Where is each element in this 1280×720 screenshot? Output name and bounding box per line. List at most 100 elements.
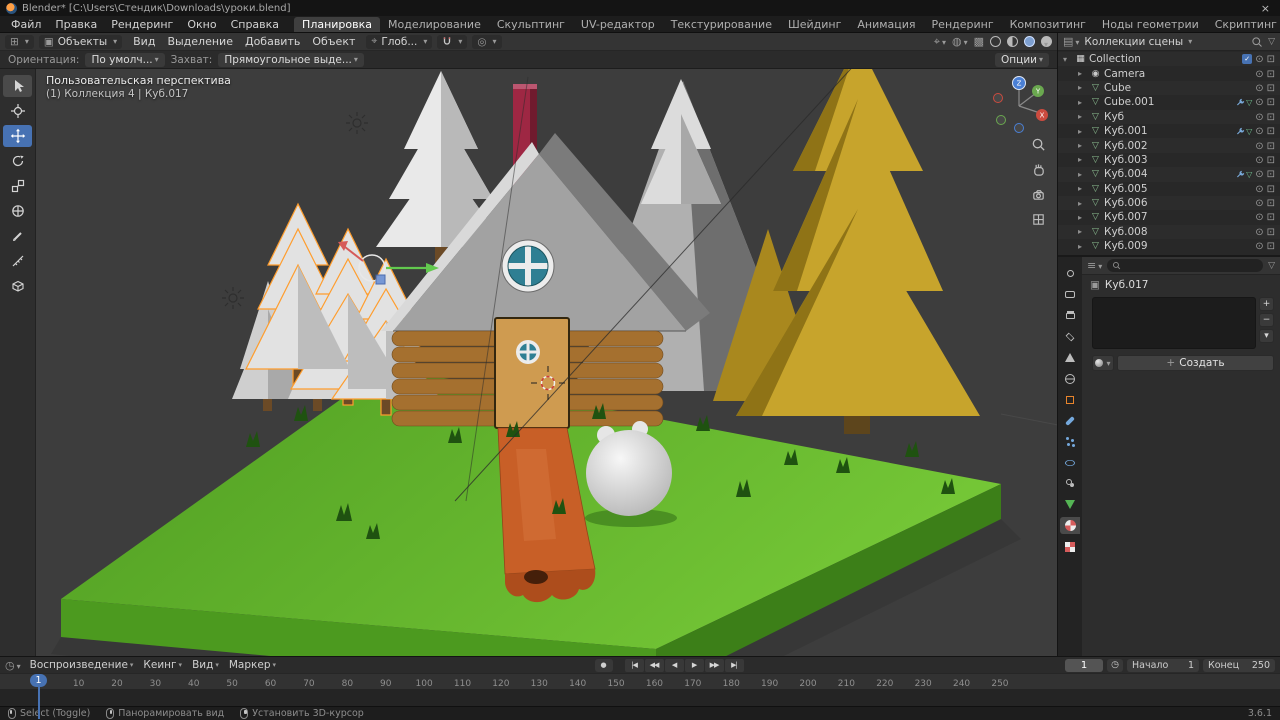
properties-tab-object-data[interactable] (1060, 496, 1080, 513)
workspace-tab[interactable]: UV-редактор (573, 17, 663, 32)
properties-tab-particles[interactable] (1060, 433, 1080, 450)
remove-slot-button[interactable]: − (1259, 313, 1274, 327)
zoom-icon[interactable] (1029, 135, 1047, 153)
current-frame-field[interactable]: 1 (1065, 658, 1103, 672)
disable-render-camera-icon[interactable] (1267, 211, 1275, 223)
outliner-item-label[interactable]: Куб.008 (1104, 226, 1252, 238)
outliner-row[interactable]: Cube (1058, 80, 1280, 96)
outliner-row[interactable]: Collection (1058, 52, 1280, 67)
properties-tab-object[interactable] (1060, 391, 1080, 408)
hide-viewport-eye-icon[interactable] (1255, 211, 1263, 223)
tool-rotate[interactable] (3, 150, 32, 172)
disclosure-icon[interactable] (1078, 112, 1087, 121)
outliner-item-label[interactable]: Куб.002 (1104, 140, 1252, 152)
camera-view-icon[interactable] (1029, 185, 1047, 203)
disable-render-camera-icon[interactable] (1267, 68, 1275, 80)
hide-viewport-eye-icon[interactable] (1255, 240, 1263, 252)
axis-y-neg-handle[interactable] (996, 115, 1006, 125)
use-preview-range-icon[interactable]: ◷ (1107, 658, 1123, 672)
properties-tab-world[interactable] (1060, 370, 1080, 387)
properties-editor-icon[interactable]: ≡ (1087, 259, 1102, 272)
hide-viewport-eye-icon[interactable] (1255, 53, 1263, 65)
material-slot-list[interactable] (1092, 297, 1256, 349)
disclosure-icon[interactable] (1078, 242, 1087, 251)
outliner-item-label[interactable]: Camera (1104, 68, 1252, 80)
transform-orientation-selector[interactable]: ⌖ Глоб... (366, 34, 433, 49)
properties-search-field[interactable] (1107, 259, 1264, 272)
workspace-tab[interactable]: Планировка (294, 16, 381, 32)
outliner-item-label[interactable]: Куб.003 (1104, 154, 1252, 166)
outliner-row[interactable]: Camera (1058, 66, 1280, 80)
timeline-track[interactable] (0, 689, 1280, 706)
outliner-row[interactable]: Куб.006 (1058, 195, 1280, 211)
hide-viewport-eye-icon[interactable] (1255, 140, 1263, 152)
disclosure-icon[interactable] (1078, 83, 1087, 92)
shading-rendered-icon[interactable] (1041, 36, 1052, 47)
tool-move[interactable] (3, 125, 32, 147)
timeline-menu-item[interactable]: Вид ▾ (187, 659, 224, 671)
outliner-row[interactable]: Куб.009 (1058, 239, 1280, 253)
outliner-item-label[interactable]: Куб.007 (1104, 211, 1252, 223)
viewport-canvas[interactable] (36, 69, 1057, 656)
viewport-menu-item[interactable]: Объект (306, 35, 361, 48)
tool-3d-cursor[interactable] (3, 100, 32, 122)
outliner-row[interactable]: Куб.004 (1058, 167, 1280, 182)
tool-scale[interactable] (3, 175, 32, 197)
properties-tab-constraints[interactable] (1060, 475, 1080, 492)
search-icon[interactable] (1251, 36, 1263, 48)
hide-viewport-eye-icon[interactable] (1255, 183, 1263, 195)
transport-button[interactable]: ▶ (684, 658, 704, 672)
disclosure-icon[interactable] (1078, 127, 1087, 136)
hide-viewport-eye-icon[interactable] (1255, 226, 1263, 238)
disclosure-icon[interactable] (1078, 227, 1087, 236)
disable-render-camera-icon[interactable] (1267, 96, 1275, 108)
hide-viewport-eye-icon[interactable] (1255, 168, 1263, 180)
outliner-item-label[interactable]: Куб.004 (1104, 168, 1233, 180)
show-gizmo-icon[interactable]: ⌖ (934, 35, 946, 49)
playhead-marker[interactable]: 1 (30, 674, 47, 687)
browse-material-button[interactable] (1092, 355, 1114, 371)
workspace-tab[interactable]: Анимация (849, 17, 923, 32)
outliner-row[interactable]: Куб.008 (1058, 224, 1280, 240)
3d-viewport[interactable]: Пользовательская перспектива (1) Коллекц… (36, 69, 1057, 656)
mode-selector[interactable]: ▣ Объекты (38, 34, 123, 49)
workspace-tab[interactable]: Ноды геометрии (1094, 17, 1207, 32)
hide-viewport-eye-icon[interactable] (1255, 154, 1263, 166)
viewport-menu-item[interactable]: Выделение (161, 35, 239, 48)
outliner-item-label[interactable]: Куб.006 (1104, 197, 1252, 209)
show-overlays-icon[interactable]: ◍ (952, 35, 968, 48)
menu-item[interactable]: Справка (224, 17, 286, 32)
slot-specials-menu[interactable]: ▾ (1259, 329, 1274, 343)
workspace-tab[interactable]: Композитинг (1002, 17, 1094, 32)
snapping-selector[interactable] (437, 34, 468, 49)
filter-icon[interactable]: ▽ (1268, 261, 1275, 271)
disable-render-camera-icon[interactable] (1267, 168, 1275, 180)
timeline-editor-icon[interactable]: ◷ (5, 659, 21, 672)
timeline-menu-item[interactable]: Маркер ▾ (224, 659, 281, 671)
properties-tab-render[interactable] (1060, 286, 1080, 303)
disable-render-camera-icon[interactable] (1267, 183, 1275, 195)
workspace-tab[interactable]: Рендеринг (924, 17, 1002, 32)
proportional-edit-selector[interactable]: ◎ (472, 34, 502, 49)
properties-tab-view-layer[interactable] (1060, 328, 1080, 345)
workspace-tab[interactable]: Скульптинг (489, 17, 573, 32)
shading-material-icon[interactable] (1024, 36, 1035, 47)
disclosure-icon[interactable] (1078, 184, 1087, 193)
tool-add-cube[interactable] (3, 275, 32, 297)
properties-tab-tool[interactable] (1060, 265, 1080, 282)
viewport-menu-item[interactable]: Добавить (239, 35, 306, 48)
collection-checkbox[interactable] (1242, 54, 1253, 65)
timeline-body[interactable]: 1102030405060708090100110120130140150160… (0, 673, 1280, 719)
menu-item[interactable]: Окно (180, 17, 223, 32)
hide-viewport-eye-icon[interactable] (1255, 68, 1263, 80)
menu-item[interactable]: Файл (4, 17, 48, 32)
disable-render-camera-icon[interactable] (1267, 111, 1275, 123)
add-slot-button[interactable]: + (1259, 297, 1274, 311)
disable-render-camera-icon[interactable] (1267, 240, 1275, 252)
disclosure-icon[interactable] (1078, 170, 1087, 179)
background-white-tree[interactable] (641, 79, 721, 204)
outliner-item-label[interactable]: Collection (1089, 53, 1239, 65)
outliner-row[interactable]: Cube.001 (1058, 95, 1280, 109)
outliner-row[interactable]: Куб (1058, 109, 1280, 124)
disclosure-icon[interactable] (1078, 213, 1087, 222)
